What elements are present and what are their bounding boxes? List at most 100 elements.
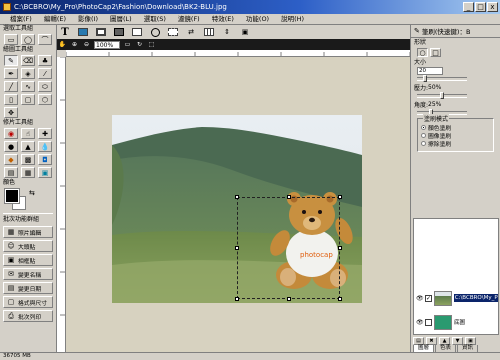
app-icon (3, 3, 11, 11)
menu-file[interactable]: 檔案(F) (4, 14, 38, 25)
image-button[interactable] (76, 27, 90, 38)
gradient-button[interactable]: ▤ (4, 167, 18, 178)
zoom-in-button[interactable]: ⊕ (70, 41, 79, 49)
size-slider-knob[interactable] (423, 75, 427, 82)
menu-help[interactable]: 說明(H) (275, 14, 310, 25)
menu-layer[interactable]: 圖層(L) (104, 14, 138, 25)
eye-icon[interactable]: 👁 (416, 295, 424, 302)
sharpen-button[interactable]: ▲ (21, 141, 35, 152)
picture-button[interactable]: ▣ (38, 167, 52, 178)
rotate-button[interactable]: ↻ (135, 41, 144, 49)
move-button[interactable]: ✥ (4, 107, 18, 118)
merge-layer-button[interactable]: ▣ (465, 337, 476, 345)
resize-handle-br[interactable] (338, 297, 342, 301)
resize-handle-t[interactable] (287, 195, 291, 199)
format-size-button[interactable]: ▢ 格式與尺寸 (3, 296, 53, 308)
maximize-button[interactable]: □ (475, 2, 486, 12)
size-slider[interactable] (417, 75, 467, 82)
swap-colors-icon[interactable]: ⇆ (29, 189, 35, 197)
pen-button[interactable]: ✒ (4, 68, 18, 79)
frame-button[interactable] (94, 27, 108, 38)
hand-tool-button[interactable]: ✋ (58, 41, 67, 49)
redeye-button[interactable]: ◉ (4, 128, 18, 139)
size-label: 大小 (414, 59, 427, 66)
menu-edit[interactable]: 編輯(E) (38, 14, 72, 25)
layer-check-icon[interactable]: ✓ (425, 294, 432, 302)
resize-handle-r[interactable] (338, 246, 342, 250)
batch-print-button[interactable]: ⎙ 批次列印 (3, 310, 53, 322)
resize-handle-bl[interactable] (235, 297, 239, 301)
size-input[interactable]: 20 (417, 67, 443, 75)
text-tool-button[interactable]: T (58, 27, 72, 38)
photo-edit-button[interactable]: ▦ 照片編輯 (3, 226, 53, 238)
film-button[interactable] (112, 27, 126, 38)
menu-select[interactable]: 選取(S) (138, 14, 172, 25)
puzzle-button[interactable]: ▣ (238, 27, 252, 38)
color-replace-button[interactable]: ◆ (4, 154, 18, 165)
minimize-button[interactable]: _ (463, 2, 474, 12)
sponge-button[interactable]: ▩ (21, 154, 35, 165)
menu-image[interactable]: 影像(I) (72, 14, 104, 25)
bucket-button[interactable]: ◈ (21, 68, 35, 79)
layer-row[interactable]: 👁 底圖 (414, 311, 498, 333)
rename-button[interactable]: ✉ 變更名稱 (3, 268, 53, 280)
grid-button[interactable] (202, 27, 216, 38)
fit-button[interactable]: ▭ (123, 41, 132, 49)
eyedropper-button[interactable]: ⁄ (38, 68, 52, 79)
line-button[interactable]: ╱ (4, 81, 18, 92)
resize-handle-tl[interactable] (235, 195, 239, 199)
layer-row[interactable]: 👁 ✓ C:\BCBRO\My_P (414, 287, 498, 309)
resize-handle-b[interactable] (287, 297, 291, 301)
square-shape-button[interactable]: □ (430, 48, 441, 57)
arrows-button[interactable]: ⇕ (220, 27, 234, 38)
rect-draw-button[interactable]: ▯ (4, 94, 18, 105)
selection-box[interactable] (235, 195, 342, 301)
new-layer-button[interactable]: ▤ (413, 337, 424, 345)
smudge-button[interactable]: ☝ (21, 128, 35, 139)
dodge-button[interactable]: ● (4, 141, 18, 152)
pattern-button[interactable]: ▦ (21, 167, 35, 178)
textbox-icon (132, 28, 142, 36)
flip-button[interactable]: ⇄ (184, 27, 198, 38)
ellipse-select-button[interactable]: ◯ (21, 34, 35, 45)
round-shape-button[interactable]: ○ (417, 48, 428, 57)
blur-button[interactable]: 💧 (38, 141, 52, 152)
menu-options[interactable]: 功能(O) (240, 14, 275, 25)
menu-filter[interactable]: 濾鏡(F) (172, 14, 206, 25)
brush-button[interactable]: ✎ (4, 55, 18, 66)
change-date-button[interactable]: ▤ 變更日期 (3, 282, 53, 294)
eraser-button[interactable]: ⌫ (21, 55, 35, 66)
foreground-color-swatch[interactable] (4, 188, 20, 204)
circle-button[interactable] (148, 27, 162, 38)
eye-icon[interactable]: 👁 (416, 319, 424, 326)
menu-effects[interactable]: 特效(E) (206, 14, 240, 25)
heal-button[interactable]: ✚ (38, 128, 52, 139)
stamp-button[interactable]: ♣ (38, 55, 52, 66)
rect-select-button[interactable]: ▭ (4, 34, 18, 45)
shape-options: ○ □ (411, 47, 500, 58)
select-button[interactable]: ⬚ (147, 41, 156, 49)
canvas-area[interactable]: photocap (66, 57, 410, 352)
cut-button[interactable] (166, 27, 180, 38)
layer-check-icon[interactable] (425, 318, 432, 326)
frame-sticker-button[interactable]: ▣ 相框貼 (3, 254, 53, 266)
curve-button[interactable]: ∿ (21, 81, 35, 92)
mode-erase-radio[interactable]: 擦除塗刷 (421, 139, 490, 148)
close-button[interactable]: x (487, 2, 498, 12)
resize-handle-l[interactable] (235, 246, 239, 250)
ellipse-draw-button[interactable]: ⬭ (38, 81, 52, 92)
layer-down-button[interactable]: ▼ (452, 337, 463, 345)
resize-handle-tr[interactable] (338, 195, 342, 199)
delete-layer-button[interactable]: ✖ (426, 337, 437, 345)
pressure-slider-knob[interactable] (440, 92, 444, 99)
layer-up-button[interactable]: ▲ (439, 337, 450, 345)
zoom-input[interactable]: 100% (94, 40, 120, 49)
polygon-button[interactable]: ⬡ (38, 94, 52, 105)
pressure-slider[interactable] (417, 92, 467, 99)
paint-button[interactable]: ◘ (38, 154, 52, 165)
textbox-button[interactable] (130, 27, 144, 38)
lasso-button[interactable]: ⌒ (38, 34, 52, 45)
roundrect-button[interactable]: ▢ (21, 94, 35, 105)
zoom-out-button[interactable]: ⊖ (82, 41, 91, 49)
sticker-button[interactable]: ☺ 大頭貼 (3, 240, 53, 252)
